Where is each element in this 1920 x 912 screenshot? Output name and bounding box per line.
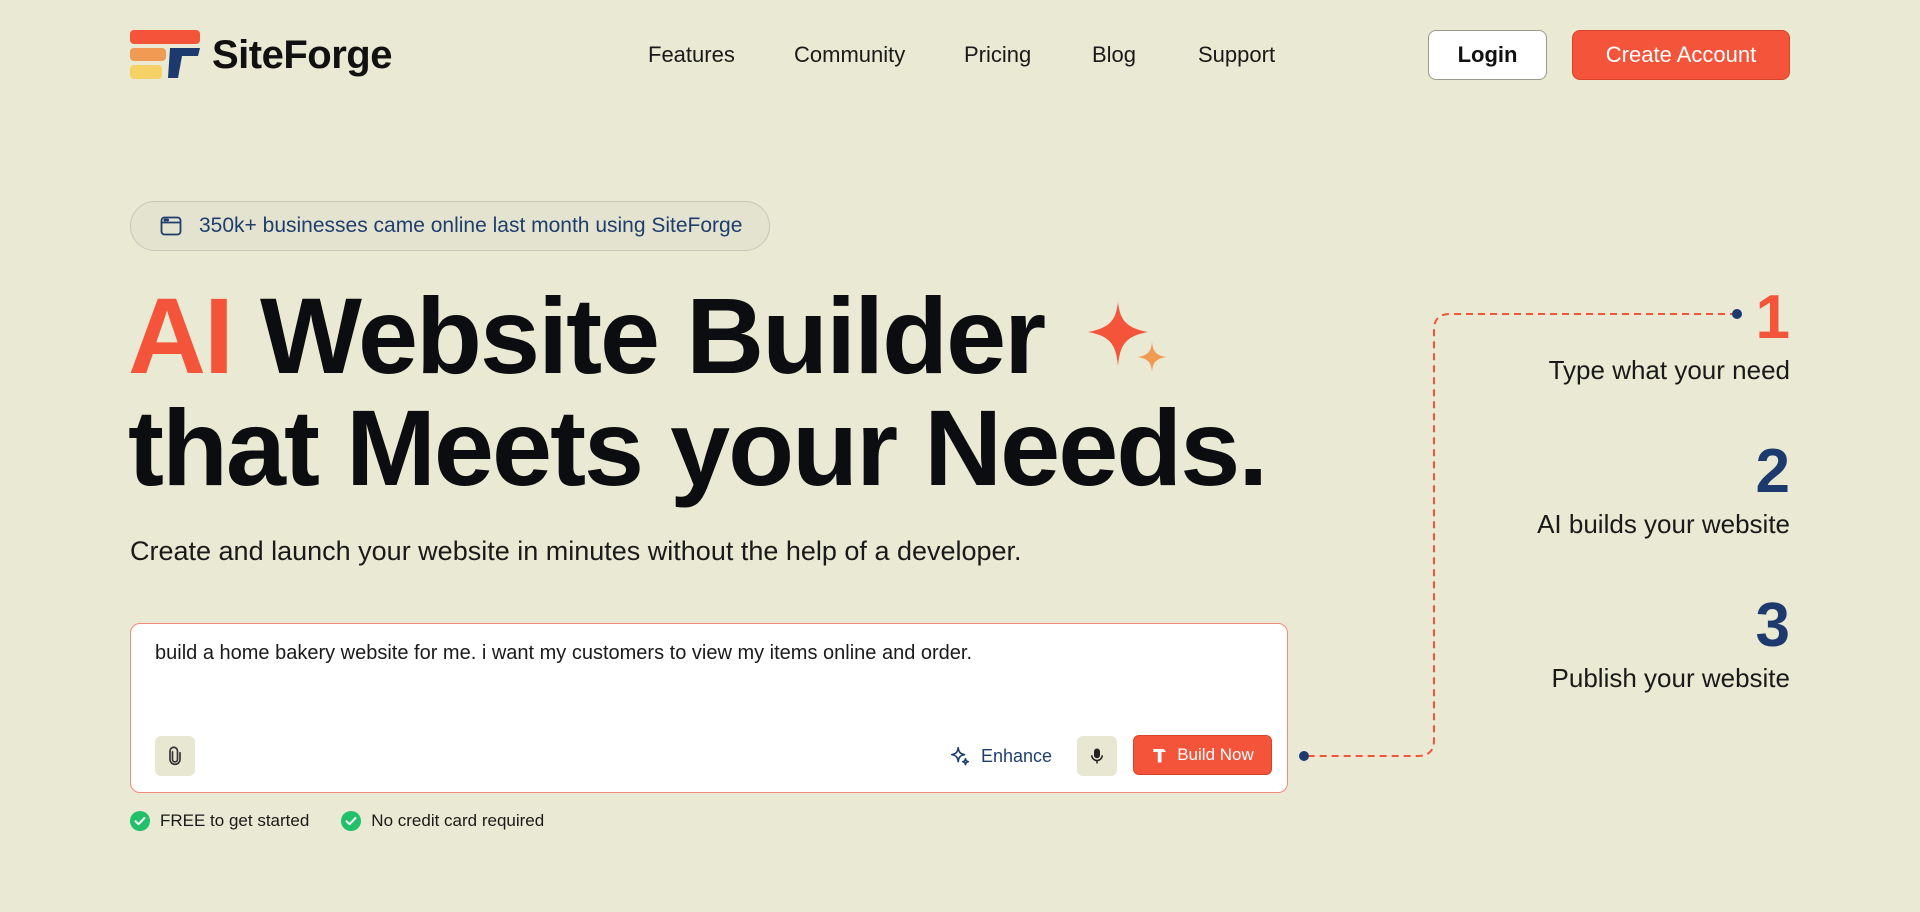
microphone-button[interactable] xyxy=(1077,736,1117,776)
sparkle-outline-icon xyxy=(950,746,970,766)
social-proof-badge: 350k+ businesses came online last month … xyxy=(130,201,770,251)
check-label: FREE to get started xyxy=(160,811,310,830)
headline-accent: AI xyxy=(128,275,234,396)
sparkle-icon xyxy=(1088,302,1166,372)
step-number: 3 xyxy=(1755,591,1790,660)
microphone-icon xyxy=(1091,748,1103,764)
badge-text: 350k+ businesses came online last month … xyxy=(199,214,743,237)
login-button[interactable]: Login xyxy=(1428,30,1547,80)
prompt-box: Enhance Build Now xyxy=(130,623,1288,793)
build-now-button[interactable]: Build Now xyxy=(1133,735,1272,775)
nav-link-support[interactable]: Support xyxy=(1198,42,1275,68)
check-circle-icon xyxy=(130,811,150,831)
prompt-input[interactable] xyxy=(155,642,1255,665)
check-item-free: FREE to get started xyxy=(130,811,309,831)
create-account-button[interactable]: Create Account xyxy=(1572,30,1790,80)
step-label: Publish your website xyxy=(1551,663,1790,693)
step-3: 3 Publish your website xyxy=(1552,595,1790,694)
step-label: AI builds your website xyxy=(1537,509,1790,539)
build-now-label: Build Now xyxy=(1177,745,1254,764)
headline-line2: that Meets your Needs. xyxy=(128,387,1268,508)
feature-checks: FREE to get started No credit card requi… xyxy=(130,811,544,831)
enhance-label: Enhance xyxy=(981,745,1053,766)
browser-window-icon xyxy=(160,216,182,236)
step-label: Type what your need xyxy=(1548,355,1790,385)
nav-link-community[interactable]: Community xyxy=(794,42,905,68)
nav-link-features[interactable]: Features xyxy=(648,42,735,68)
check-item-no-card: No credit card required xyxy=(341,811,544,831)
step-number: 2 xyxy=(1755,437,1790,506)
check-label: No credit card required xyxy=(371,811,545,830)
step-number: 1 xyxy=(1755,283,1790,352)
siteforge-logo-icon xyxy=(130,30,200,79)
check-circle-icon xyxy=(341,811,362,831)
brand-logo[interactable]: SiteForge xyxy=(130,30,392,80)
enhance-button[interactable]: Enhance xyxy=(949,738,1052,774)
headline-line1: Website Builder xyxy=(232,275,1046,396)
step-2: 2 AI builds your website xyxy=(1537,441,1790,540)
top-nav: SiteForge Features Community Pricing Blo… xyxy=(0,0,1920,110)
attach-button[interactable] xyxy=(155,736,195,776)
step-1: 1 Type what your need xyxy=(1549,287,1790,386)
nav-link-blog[interactable]: Blog xyxy=(1092,42,1136,68)
brand-name: SiteForge xyxy=(212,32,392,77)
hero-subheadline: Create and launch your website in minute… xyxy=(130,536,1022,566)
nav-link-pricing[interactable]: Pricing xyxy=(964,42,1031,68)
hammer-icon xyxy=(1153,749,1167,763)
paperclip-icon xyxy=(169,746,181,766)
